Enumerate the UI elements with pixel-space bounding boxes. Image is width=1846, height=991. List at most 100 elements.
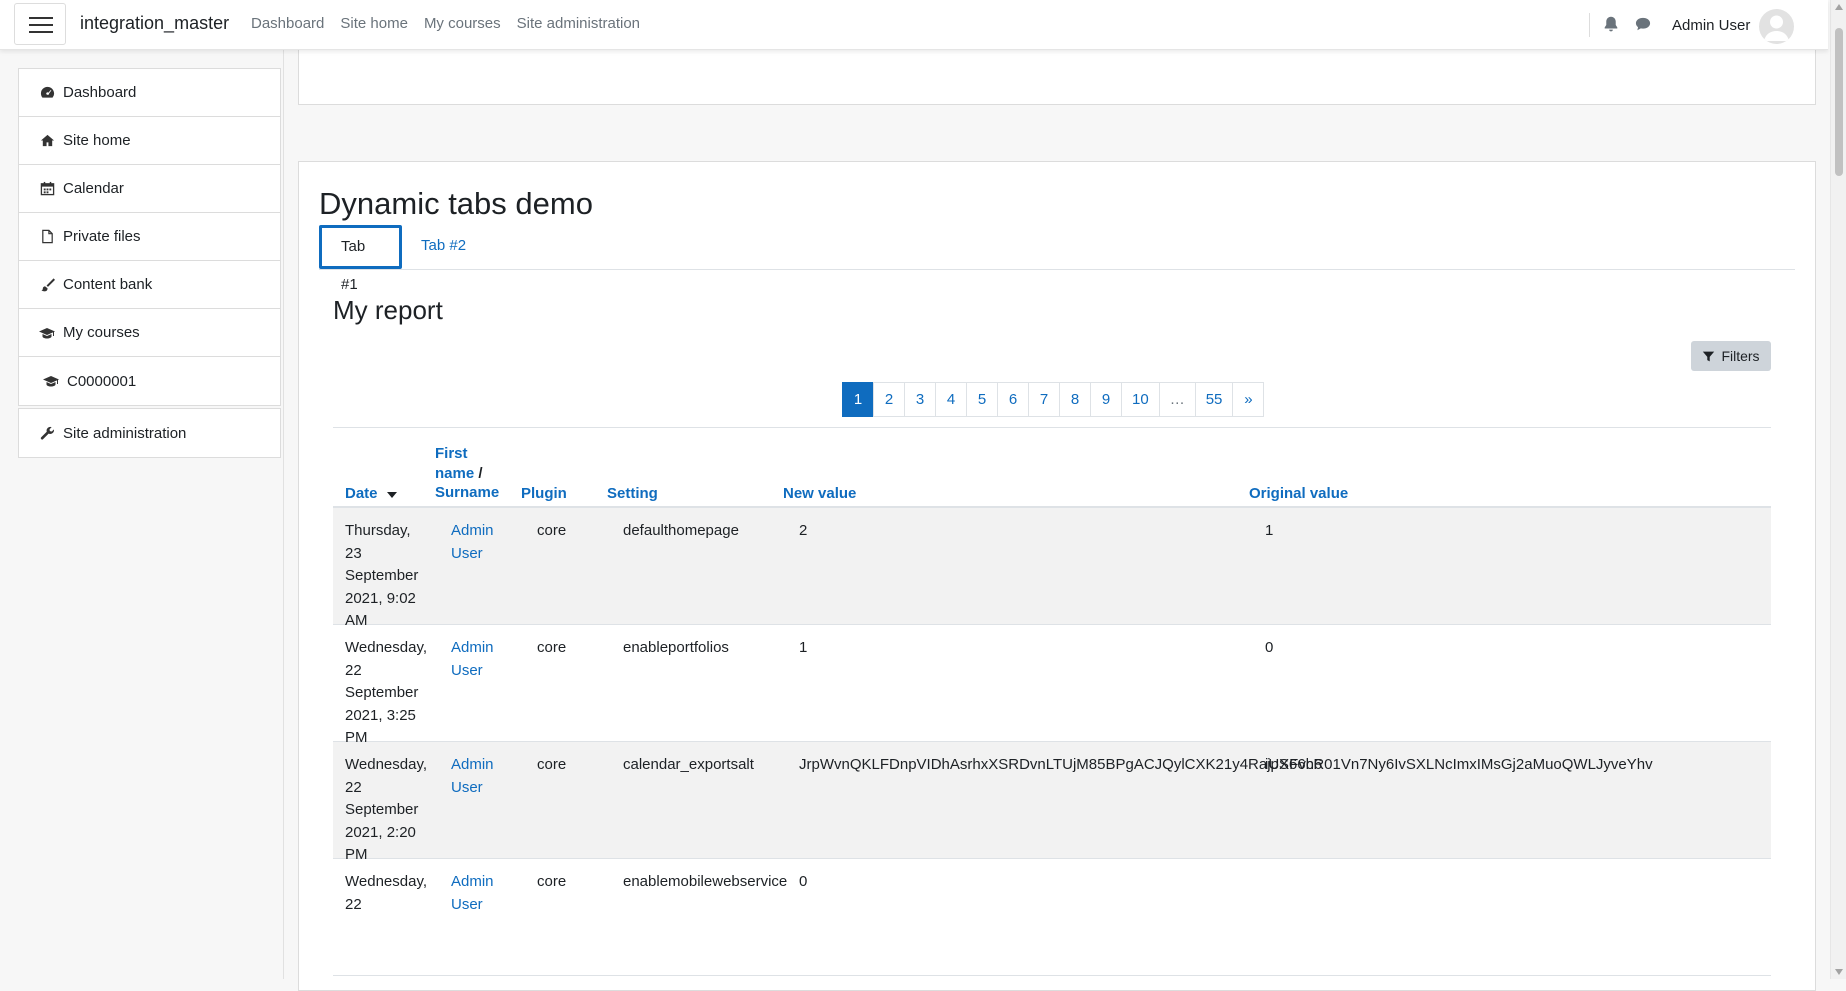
navigation-drawer: Dashboard Site home Calendar Private fil… bbox=[0, 50, 284, 979]
nav-link-site-home[interactable]: Site home bbox=[340, 15, 408, 32]
drawer-item-site-administration[interactable]: Site administration bbox=[19, 409, 280, 457]
cell-date: Wednesday, 22 bbox=[345, 873, 427, 913]
drawer-item-label: Content bank bbox=[63, 276, 153, 293]
cell-user: Admin User bbox=[451, 754, 511, 799]
column-header-new-value[interactable]: New value bbox=[783, 483, 856, 505]
drawer-item-label: Dashboard bbox=[63, 84, 137, 101]
table-row: Wednesday, 22 Admin User core enablemobi… bbox=[333, 859, 1771, 976]
page-link-3[interactable]: 3 bbox=[904, 382, 936, 417]
user-link[interactable]: Admin User bbox=[451, 639, 494, 679]
user-link[interactable]: Admin User bbox=[451, 873, 494, 913]
drawer-item-dashboard[interactable]: Dashboard bbox=[19, 69, 280, 117]
drawer-item-course-c0000001[interactable]: C0000001 bbox=[19, 357, 280, 405]
tab-bar: Tab #1 Tab #2 bbox=[319, 225, 1795, 293]
nav-link-dashboard[interactable]: Dashboard bbox=[251, 15, 324, 32]
nav-link-site-administration[interactable]: Site administration bbox=[517, 15, 640, 32]
chat-icon[interactable] bbox=[1634, 15, 1652, 33]
column-header-user: First name / Surname bbox=[435, 444, 499, 503]
page-link-1[interactable]: 1 bbox=[842, 382, 874, 417]
cell-plugin: core bbox=[537, 522, 567, 539]
sort-firstname-link[interactable]: First name bbox=[435, 445, 474, 482]
page-link-2[interactable]: 2 bbox=[873, 382, 905, 417]
page-next-button[interactable]: » bbox=[1232, 382, 1265, 417]
page-link-6[interactable]: 6 bbox=[997, 382, 1029, 417]
header-separator: / bbox=[478, 464, 483, 482]
home-icon bbox=[39, 133, 55, 149]
page-scrollbar[interactable] bbox=[1830, 0, 1846, 979]
page-title: Dynamic tabs demo bbox=[319, 186, 593, 221]
filter-icon bbox=[1703, 351, 1715, 361]
cell-plugin: core bbox=[537, 756, 567, 773]
drawer-item-calendar[interactable]: Calendar bbox=[19, 165, 280, 213]
drawer-item-private-files[interactable]: Private files bbox=[19, 213, 280, 261]
user-menu-name[interactable]: Admin User bbox=[1672, 17, 1750, 34]
tab-2[interactable]: Tab #2 bbox=[402, 225, 485, 269]
user-silhouette-icon bbox=[1764, 15, 1789, 41]
cell-setting: enableportfolios bbox=[623, 639, 729, 656]
drawer-item-label: My courses bbox=[63, 324, 140, 341]
drawer-item-content-bank[interactable]: Content bank bbox=[19, 261, 280, 309]
page-link-10[interactable]: 10 bbox=[1121, 382, 1160, 417]
sort-surname-link[interactable]: Surname bbox=[435, 484, 499, 501]
cell-new-value: JrpWvnQKLFDnpVIDhAsrhxXSRDvnLTUjM85BPgAC… bbox=[799, 756, 1323, 773]
page-ellipsis: … bbox=[1158, 382, 1196, 417]
page-link-5[interactable]: 5 bbox=[966, 382, 998, 417]
page-link-8[interactable]: 8 bbox=[1059, 382, 1091, 417]
sort-date-link[interactable]: Date bbox=[345, 485, 378, 502]
filters-label: Filters bbox=[1721, 348, 1760, 364]
cell-user: Admin User bbox=[451, 520, 511, 565]
top-navbar: integration_master Dashboard Site home M… bbox=[0, 0, 1828, 50]
scroll-up-arrow[interactable] bbox=[1835, 4, 1843, 10]
primary-navigation: Dashboard Site home My courses Site admi… bbox=[251, 15, 656, 32]
dashboard-icon bbox=[39, 85, 55, 101]
column-header-original-value[interactable]: Original value bbox=[1249, 483, 1348, 505]
paintbrush-icon bbox=[39, 277, 55, 293]
user-link[interactable]: Admin User bbox=[451, 756, 494, 796]
drawer-main-group: Dashboard Site home Calendar Private fil… bbox=[18, 68, 281, 406]
cell-original-value: 0 bbox=[1265, 639, 1274, 656]
tab-1[interactable]: Tab #1 bbox=[319, 225, 402, 293]
scrollbar-thumb[interactable] bbox=[1835, 28, 1843, 176]
filters-button[interactable]: Filters bbox=[1691, 341, 1771, 371]
page-link-55[interactable]: 55 bbox=[1194, 382, 1234, 417]
drawer-item-label: Private files bbox=[63, 228, 141, 245]
cell-plugin: core bbox=[537, 639, 567, 656]
cell-date: Wednesday, 22 September 2021, 3:25 PM bbox=[345, 639, 427, 746]
page-link-9[interactable]: 9 bbox=[1090, 382, 1122, 417]
drawer-item-label: Calendar bbox=[63, 180, 124, 197]
user-avatar[interactable] bbox=[1759, 9, 1794, 44]
cell-setting: calendar_exportsalt bbox=[623, 756, 754, 773]
column-header-date[interactable]: Date bbox=[345, 483, 397, 505]
column-header-setting[interactable]: Setting bbox=[607, 483, 658, 505]
cell-user: Admin User bbox=[451, 871, 511, 916]
cell-original-value: 1 bbox=[1265, 522, 1274, 539]
dynamic-tabs-card: Dynamic tabs demo Tab #1 Tab #2 My repor… bbox=[298, 161, 1816, 991]
drawer-admin-group: Site administration bbox=[18, 408, 281, 458]
drawer-item-my-courses[interactable]: My courses bbox=[19, 309, 280, 357]
pagination: 1 2 3 4 5 6 7 8 9 10 … 55 » bbox=[842, 382, 1265, 417]
drawer-toggle-button[interactable] bbox=[14, 3, 66, 45]
table-row: Wednesday, 22 September 2021, 2:20 PM Ad… bbox=[333, 742, 1771, 863]
table-row: Thursday, 23 September 2021, 9:02 AM Adm… bbox=[333, 508, 1771, 629]
nav-link-my-courses[interactable]: My courses bbox=[424, 15, 501, 32]
cell-original-value: iUXFvcR01Vn7Ny6IvSXLNcImxIMsGj2aMuoQWLJy… bbox=[1265, 756, 1653, 773]
scroll-down-arrow[interactable] bbox=[1835, 969, 1843, 975]
cell-new-value: 2 bbox=[799, 522, 808, 539]
navbar-divider bbox=[1589, 13, 1590, 37]
table-row: Wednesday, 22 September 2021, 3:25 PM Ad… bbox=[333, 625, 1771, 746]
page-link-4[interactable]: 4 bbox=[935, 382, 967, 417]
column-header-plugin[interactable]: Plugin bbox=[521, 483, 567, 505]
drawer-item-site-home[interactable]: Site home bbox=[19, 117, 280, 165]
drawer-item-label: C0000001 bbox=[67, 372, 137, 390]
graduation-cap-icon bbox=[43, 373, 59, 389]
bell-icon[interactable] bbox=[1602, 15, 1620, 33]
drawer-item-label: Site administration bbox=[63, 424, 187, 442]
cell-date: Thursday, 23 September 2021, 9:02 AM bbox=[345, 522, 419, 629]
page-link-7[interactable]: 7 bbox=[1028, 382, 1060, 417]
cell-setting: defaulthomepage bbox=[623, 522, 739, 539]
calendar-icon bbox=[39, 181, 55, 197]
graduation-cap-icon bbox=[39, 325, 55, 341]
site-brand[interactable]: integration_master bbox=[80, 13, 229, 34]
cell-date: Wednesday, 22 September 2021, 2:20 PM bbox=[345, 756, 427, 863]
user-link[interactable]: Admin User bbox=[451, 522, 494, 562]
